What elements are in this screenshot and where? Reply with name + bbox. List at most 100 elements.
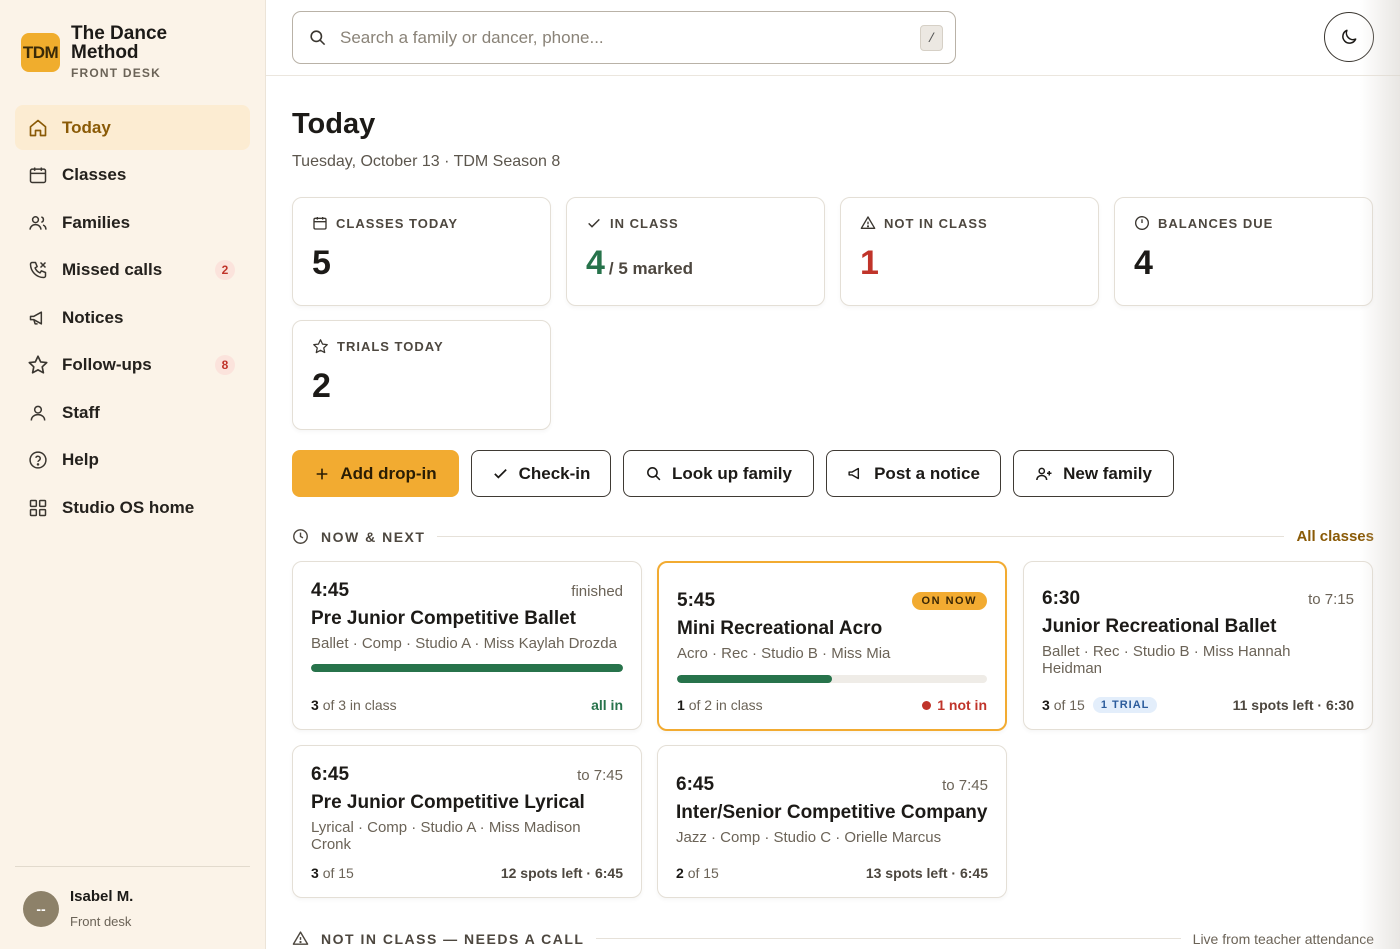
class-card[interactable]: 6:30 to 7:15 Junior Recreational Ballet … [1023, 561, 1373, 730]
not-in-class-section-header: NOT IN CLASS — NEEDS A CALL Live from te… [292, 930, 1374, 947]
class-end-time: to 7:45 [577, 766, 623, 784]
theme-toggle-button[interactable] [1324, 12, 1374, 62]
moon-icon [1339, 27, 1359, 47]
megaphone-icon [847, 465, 864, 482]
attendance-count-number: 3 [311, 697, 319, 713]
section-note: Live from teacher attendance [1192, 930, 1374, 947]
stat-card-classes-today[interactable]: CLASSES TODAY 5 [292, 197, 551, 306]
stat-value: 1 [860, 244, 879, 282]
search-box[interactable]: / [292, 11, 956, 64]
class-card[interactable]: 4:45 finished Pre Junior Competitive Bal… [292, 561, 642, 730]
attendance-count: 1 of 2 in class [677, 697, 763, 713]
enrollment-count-text: of 15 [687, 865, 719, 881]
attendance-progress-fill [677, 675, 832, 683]
sidebar-item-help[interactable]: Help [15, 438, 250, 483]
stat-card-balances-due[interactable]: BALANCES DUE 4 [1114, 197, 1373, 306]
button-label: New family [1063, 463, 1152, 483]
spots-left: 13 spots left · 6:45 [865, 865, 988, 881]
alert-dot-icon [922, 700, 932, 710]
avatar: -- [23, 890, 59, 927]
section-divider [596, 938, 1181, 939]
star-icon [312, 338, 329, 355]
attendance-count-text: of 3 in class [322, 697, 397, 713]
spots-left: 12 spots left · 6:45 [500, 865, 623, 881]
stat-card-in-class[interactable]: IN CLASS 4/ 5 marked [566, 197, 825, 306]
sidebar-item-studio-os-home[interactable]: Studio OS home [15, 485, 250, 530]
enrollment-count-number: 2 [676, 865, 684, 881]
section-title: NOT IN CLASS — NEEDS A CALL [321, 930, 585, 947]
calendar-icon [312, 215, 328, 231]
sidebar-item-notices[interactable]: Notices [15, 295, 250, 340]
search-input[interactable] [340, 27, 900, 48]
check-icon [492, 465, 509, 482]
clock-icon [292, 528, 309, 545]
enrollment-count-text: of 15 [1053, 697, 1085, 713]
class-meta: Ballet · Comp · Studio A · Miss Kaylah D… [311, 635, 617, 652]
alert-triangle-icon [860, 215, 876, 231]
spots-left: 11 spots left · 6:30 [1232, 697, 1354, 713]
sidebar-item-label: Families [62, 212, 131, 232]
sidebar-item-missed-calls[interactable]: Missed calls 2 [15, 248, 250, 293]
post-a-notice-button[interactable]: Post a notice [826, 450, 1001, 497]
check-in-button[interactable]: Check-in [471, 450, 611, 497]
sidebar-nav: Today Classes Families Missed calls 2 No… [0, 105, 265, 530]
sidebar-item-staff[interactable]: Staff [15, 390, 250, 435]
phone-missed-icon [27, 259, 49, 281]
attendance-count-text: of 2 in class [688, 697, 763, 713]
class-card[interactable]: 6:45 to 7:45 Pre Junior Competitive Lyri… [292, 745, 642, 898]
page-subtitle: Tuesday, October 13 · TDM Season 8 [292, 153, 561, 170]
sidebar-item-label: Classes [62, 165, 127, 184]
users-icon [27, 212, 49, 234]
sidebar-item-families[interactable]: Families [15, 200, 250, 245]
sidebar-item-label: Follow-ups [62, 355, 152, 374]
not-in-indicator[interactable]: 1 not in [922, 697, 987, 713]
enrollment-count: 3 of 15 1 TRIAL [1042, 697, 1158, 713]
enrollment-count-number: 3 [1042, 697, 1050, 713]
sidebar-item-label: Studio OS home [62, 497, 195, 517]
sidebar-item-follow-ups[interactable]: Follow-ups 8 [15, 343, 250, 388]
attendance-count: 3 of 3 in class [311, 697, 397, 713]
button-label: Post a notice [874, 463, 980, 483]
trial-badge: 1 TRIAL [1092, 697, 1158, 713]
button-label: Check-in [518, 463, 591, 483]
class-time: 6:45 [311, 764, 350, 785]
page-title: Today [292, 108, 376, 140]
sidebar-item-today[interactable]: Today [15, 105, 250, 150]
topbar: / [266, 0, 1400, 76]
missed-calls-count-badge: 2 [215, 260, 235, 280]
brand: TDM The Dance Method FRONT DESK [0, 0, 265, 80]
class-time: 6:45 [676, 774, 715, 795]
attendance-progress-bar [677, 675, 987, 683]
now-next-section-header: NOW & NEXT All classes [292, 528, 1374, 545]
follow-ups-count-badge: 8 [215, 355, 235, 375]
class-meta: Lyrical · Comp · Studio A · Miss Madison… [311, 819, 581, 853]
class-name: Mini Recreational Acro [677, 618, 883, 639]
new-family-button[interactable]: New family [1013, 450, 1174, 497]
sidebar: TDM The Dance Method FRONT DESK Today Cl… [0, 0, 266, 949]
calendar-icon [27, 164, 49, 186]
stat-label: NOT IN CLASS [884, 215, 988, 231]
user-icon [27, 402, 49, 424]
enrollment-count: 3 of 15 [311, 865, 354, 881]
class-name: Pre Junior Competitive Lyrical [311, 792, 585, 813]
stat-card-trials-today[interactable]: TRIALS TODAY 2 [292, 320, 551, 430]
attendance-count-number: 1 [677, 697, 685, 713]
section-divider [437, 536, 1285, 537]
stat-label: CLASSES TODAY [336, 215, 459, 231]
class-meta: Acro · Rec · Studio B · Miss Mia [677, 645, 891, 662]
search-icon [645, 465, 662, 482]
user-profile[interactable]: -- Isabel M. Front desk [23, 888, 133, 929]
all-classes-link[interactable]: All classes [1296, 528, 1374, 545]
class-card[interactable]: 6:45 to 7:45 Inter/Senior Competitive Co… [657, 745, 1007, 898]
class-end-time: to 7:15 [1308, 590, 1354, 608]
button-label: Look up family [672, 463, 792, 483]
look-up-family-button[interactable]: Look up family [623, 450, 814, 497]
add-drop-in-button[interactable]: Add drop-in [292, 450, 459, 497]
enrollment-count-number: 3 [311, 865, 319, 881]
sidebar-item-classes[interactable]: Classes [15, 153, 250, 198]
class-name: Junior Recreational Ballet [1042, 616, 1277, 637]
stat-value: 4 [1134, 244, 1153, 282]
class-card-live[interactable]: 5:45 ON NOW Mini Recreational Acro Acro … [657, 561, 1007, 731]
star-icon [27, 354, 49, 376]
stat-card-not-in-class[interactable]: NOT IN CLASS 1 [840, 197, 1099, 306]
